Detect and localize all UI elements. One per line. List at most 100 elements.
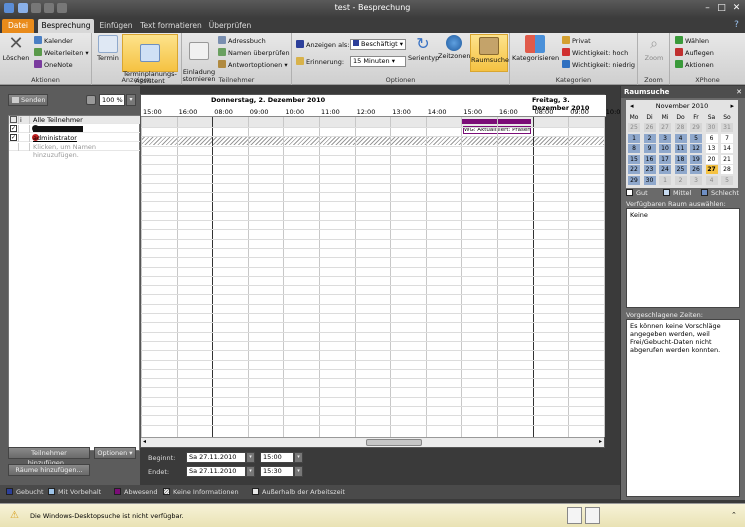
onenote-button[interactable]: OneNote: [34, 60, 73, 70]
scroll-left-icon[interactable]: ◂: [143, 438, 146, 445]
calendar-day[interactable]: 31: [721, 123, 733, 132]
help-icon[interactable]: ?: [731, 20, 742, 31]
calendar-day[interactable]: 13: [705, 144, 718, 153]
calendar-day[interactable]: 24: [659, 165, 671, 174]
zoom-select[interactable]: 100 % ▾: [86, 94, 136, 106]
tab-review[interactable]: Überprüfen: [206, 19, 254, 33]
calendar-day[interactable]: 7: [721, 133, 733, 143]
importance-high-button[interactable]: Wichtigkeit: hoch: [562, 48, 628, 58]
calendar-day[interactable]: 29: [690, 123, 702, 132]
room-finder-button[interactable]: Raumsuche: [470, 34, 509, 72]
start-date-dropdown-icon[interactable]: ▾: [246, 452, 255, 463]
show-as-select[interactable]: Beschäftigt ▾: [350, 39, 406, 50]
people-pane-icon[interactable]: [567, 507, 582, 524]
options-button[interactable]: Optionen ▾: [94, 447, 136, 459]
tab-insert[interactable]: Einfügen: [96, 19, 136, 33]
close-button[interactable]: ✕: [731, 3, 742, 14]
calendar-day[interactable]: 30: [705, 123, 718, 132]
free-busy-grid[interactable]: Donnerstag, 2. Dezember 2010 Freitag, 3.…: [140, 94, 625, 448]
end-time-input[interactable]: 15:30: [260, 466, 294, 477]
contact-photo-icon[interactable]: [585, 507, 600, 524]
end-date-dropdown-icon[interactable]: ▾: [246, 466, 255, 477]
calendar-day[interactable]: 28: [674, 123, 687, 132]
timezones-button[interactable]: Zeitzonen: [438, 35, 470, 60]
calendar-day[interactable]: 8: [628, 144, 640, 153]
address-book-button[interactable]: Adressbuch: [218, 36, 266, 46]
calendar-day[interactable]: 17: [659, 154, 671, 164]
calendar-day[interactable]: 16: [643, 154, 656, 164]
delete-button[interactable]: ✕ Löschen: [2, 35, 30, 62]
calendar-day[interactable]: 25: [674, 165, 687, 174]
calendar-day[interactable]: 28: [721, 165, 733, 174]
calendar-day[interactable]: 18: [674, 154, 687, 164]
private-button[interactable]: Privat: [562, 36, 591, 46]
xphone-actions-button[interactable]: Aktionen: [675, 60, 714, 70]
mini-calendar[interactable]: ◂ November 2010 ▸ Mo Di Mi Do Fr Sa So 25 26 27 28…: [626, 100, 738, 188]
start-date-input[interactable]: Sa 27.11.2010: [186, 452, 246, 463]
recurrence-button[interactable]: ↻ Serientyp: [408, 35, 439, 62]
calendar-day[interactable]: 4: [705, 175, 718, 185]
calendar-button[interactable]: Kalender: [34, 36, 73, 46]
response-options-button[interactable]: Antwortoptionen ▾: [218, 60, 288, 70]
calendar-day[interactable]: 29: [628, 175, 640, 185]
busy-block[interactable]: [461, 119, 531, 124]
calendar-day[interactable]: 19: [690, 154, 702, 164]
calendar-day[interactable]: 20: [705, 154, 718, 164]
tab-file[interactable]: Datei: [2, 19, 34, 33]
expand-pane-icon[interactable]: ⌃: [731, 511, 737, 519]
calendar-day[interactable]: 1: [659, 175, 671, 185]
room-list[interactable]: Keine: [626, 208, 740, 308]
add-attendee-row[interactable]: Klicken, um Namen hinzuzufügen.: [9, 143, 141, 159]
calendar-day[interactable]: 2: [674, 175, 687, 185]
appointment-button[interactable]: Termin: [96, 35, 120, 62]
start-time-dropdown-icon[interactable]: ▾: [294, 452, 303, 463]
attendee-row-organizer[interactable]: ✓: [9, 125, 141, 133]
check-names-button[interactable]: Namen überprüfen: [218, 48, 290, 58]
calendar-day[interactable]: 9: [643, 144, 656, 153]
add-attendee-input[interactable]: Klicken, um Namen hinzuzufügen.: [33, 143, 141, 159]
hangup-button[interactable]: Auflegen: [675, 48, 714, 58]
tab-meeting[interactable]: Besprechung: [38, 19, 94, 33]
calendar-day[interactable]: 3: [659, 133, 671, 143]
calendar-day[interactable]: 3: [690, 175, 702, 185]
scroll-thumb[interactable]: [366, 439, 422, 446]
calendar-day[interactable]: 1: [628, 133, 640, 143]
minimize-button[interactable]: –: [702, 3, 713, 14]
calendar-day[interactable]: 10: [659, 144, 671, 153]
reminder-select[interactable]: 15 Minuten ▾: [350, 56, 406, 67]
attendee-checkbox[interactable]: ✓: [10, 125, 17, 132]
importance-low-button[interactable]: Wichtigkeit: niedrig: [562, 60, 635, 70]
zoom-dropdown-icon[interactable]: ▾: [126, 94, 136, 106]
calendar-day[interactable]: 26: [643, 123, 656, 132]
calendar-day[interactable]: 12: [690, 144, 702, 153]
select-all-checkbox[interactable]: [10, 116, 17, 123]
scheduling-assistant-button[interactable]: Terminplanungs- Assistent: [122, 34, 178, 85]
horizontal-scrollbar[interactable]: ◂ ▸: [141, 437, 604, 447]
calendar-day[interactable]: 15: [628, 154, 640, 164]
next-month-icon[interactable]: ▸: [730, 102, 734, 110]
attendee-row[interactable]: ✓ administrator: [9, 134, 141, 142]
calendar-day[interactable]: 14: [721, 144, 733, 153]
end-time-dropdown-icon[interactable]: ▾: [294, 466, 303, 477]
send-button[interactable]: Senden: [8, 94, 48, 106]
calendar-day[interactable]: 11: [674, 144, 687, 153]
calendar-day[interactable]: 6: [705, 133, 718, 143]
calendar-day[interactable]: 30: [643, 175, 656, 185]
close-pane-icon[interactable]: ✕: [736, 86, 742, 98]
calendar-day[interactable]: 25: [628, 123, 640, 132]
start-time-input[interactable]: 15:00: [260, 452, 294, 463]
calendar-day[interactable]: 23: [643, 165, 656, 174]
calendar-day[interactable]: 27: [659, 123, 671, 132]
calendar-day[interactable]: 2: [643, 133, 656, 143]
calendar-day[interactable]: 5: [721, 175, 733, 185]
dial-button[interactable]: Wählen: [675, 36, 709, 46]
add-rooms-button[interactable]: Räume hinzufügen...: [8, 464, 90, 476]
forward-button[interactable]: Weiterleiten ▾: [34, 48, 89, 58]
calendar-day[interactable]: 27: [705, 165, 718, 174]
end-date-input[interactable]: Sa 27.11.2010: [186, 466, 246, 477]
maximize-button[interactable]: □: [716, 3, 727, 14]
zoom-button[interactable]: ⌕ Zoom: [641, 35, 667, 62]
calendar-day[interactable]: 21: [721, 154, 733, 164]
categorize-button[interactable]: Kategorisieren: [512, 35, 559, 62]
tab-format-text[interactable]: Text formatieren: [140, 19, 202, 33]
